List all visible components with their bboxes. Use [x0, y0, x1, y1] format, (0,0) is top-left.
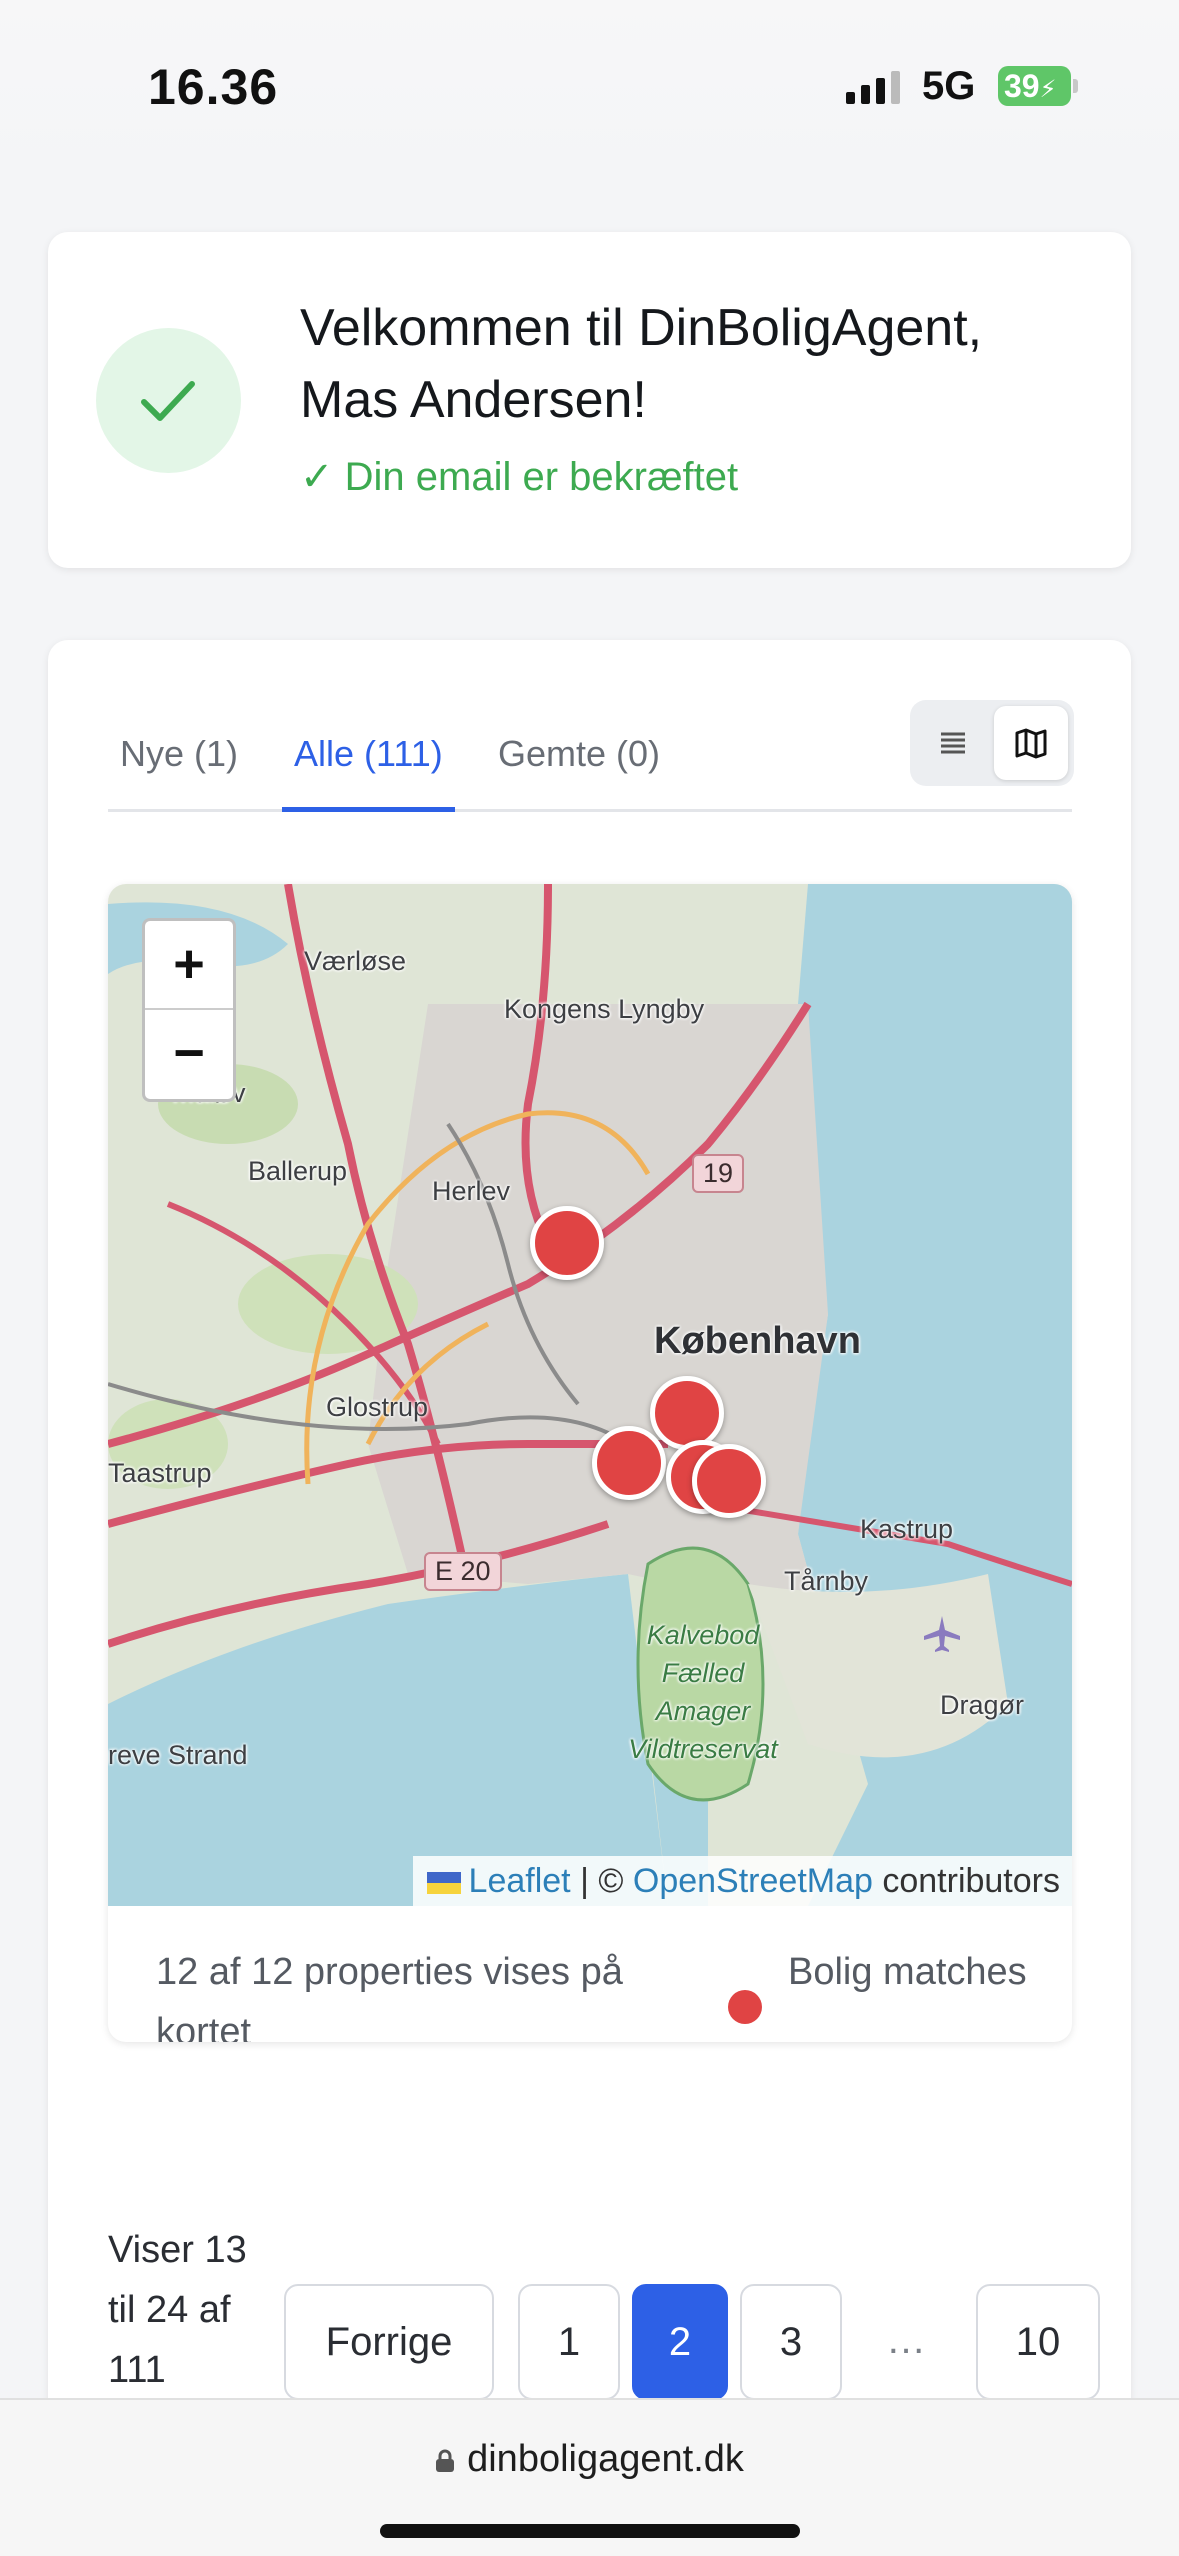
map-label: Taastrup [108, 1458, 212, 1488]
map-view-button[interactable] [994, 706, 1068, 780]
legend-marker-icon [728, 1990, 762, 2024]
pagination-summary: Viser 13 til 24 af 111 [108, 2229, 247, 2391]
view-toggle [910, 700, 1074, 786]
pagination-ellipsis: … [886, 2318, 926, 2362]
results-card: Nye (1) Alle (111) Gemte (0) Værløse Kon… [48, 640, 1131, 2556]
network-type: 5G [922, 64, 976, 108]
url-text: dinboligagent.dk [467, 2438, 744, 2480]
map-tiles [108, 884, 1072, 1906]
property-marker[interactable] [692, 1444, 766, 1518]
zoom-out-button[interactable]: − [145, 1010, 233, 1099]
status-bar: 16.36 5G 39⚡ [0, 0, 1179, 170]
welcome-title: Velkommen til DinBoligAgent, Mas Anderse… [300, 299, 983, 429]
email-verified-text: ✓ Din email er bekræftet [300, 455, 739, 499]
check-icon [141, 381, 195, 421]
map-icon [1015, 728, 1047, 759]
map-label: Herlev [432, 1176, 511, 1206]
tab-gemte[interactable]: Gemte (0) [486, 700, 672, 812]
prev-page-button[interactable]: Forrige [284, 2284, 494, 2400]
status-time: 16.36 [148, 59, 279, 115]
legend-label: Bolig matches [788, 1951, 1027, 1993]
ukraine-flag-icon [426, 1872, 461, 1895]
property-marker[interactable] [530, 1206, 604, 1280]
property-marker[interactable] [650, 1376, 724, 1450]
signal-icon [846, 71, 900, 104]
zoom-control: + − [142, 918, 236, 1102]
road-shield-e20: E 20 [424, 1552, 502, 1591]
page-button-1[interactable]: 1 [518, 2284, 620, 2400]
lock-icon [436, 2449, 455, 2472]
map-view[interactable]: Værløse Kongens Lyngby Måløv Ballerup He… [108, 884, 1072, 1906]
map-label: Glostrup [326, 1392, 429, 1422]
osm-link[interactable]: OpenStreetMap [633, 1862, 873, 1900]
airport-icon [924, 1616, 960, 1652]
map-label: Dragør [940, 1690, 1025, 1720]
map-label: Kongens Lyngby [504, 994, 705, 1024]
zoom-in-button[interactable]: + [145, 921, 233, 1010]
browser-url-bar[interactable]: dinboligagent.dk [0, 2398, 1179, 2556]
welcome-card: Velkommen til DinBoligAgent, Mas Anderse… [48, 232, 1131, 568]
home-indicator [380, 2524, 800, 2538]
battery-icon: 39⚡ [998, 66, 1078, 106]
map-label: Ballerup [248, 1156, 348, 1186]
map-label-park: Kalvebod Fælled Amager Vildtreservat [628, 1620, 778, 1764]
leaflet-link[interactable]: Leaflet [469, 1862, 571, 1900]
map-count-text: 12 af 12 properties vises på kortet [156, 1951, 623, 2042]
list-icon [941, 732, 965, 754]
map-attribution: Leaflet | © OpenStreetMap contributors [412, 1856, 1072, 1906]
page-button-10[interactable]: 10 [976, 2284, 1100, 2400]
tab-nye[interactable]: Nye (1) [108, 700, 250, 812]
battery-level: 39 [1004, 68, 1040, 104]
tab-alle[interactable]: Alle (111) [282, 700, 455, 812]
map-container: Værløse Kongens Lyngby Måløv Ballerup He… [108, 884, 1072, 2042]
map-label: Tårnby [784, 1566, 869, 1596]
road-shield-19: 19 [692, 1154, 745, 1193]
list-view-button[interactable] [916, 706, 990, 780]
property-marker[interactable] [592, 1426, 666, 1500]
page-button-3[interactable]: 3 [740, 2284, 842, 2400]
map-label: reve Strand [108, 1740, 248, 1770]
page-button-2[interactable]: 2 [632, 2284, 728, 2400]
map-label: Værløse [304, 946, 407, 976]
map-label-city: København [654, 1320, 861, 1362]
map-label: Kastrup [860, 1514, 954, 1544]
success-badge [96, 328, 241, 473]
